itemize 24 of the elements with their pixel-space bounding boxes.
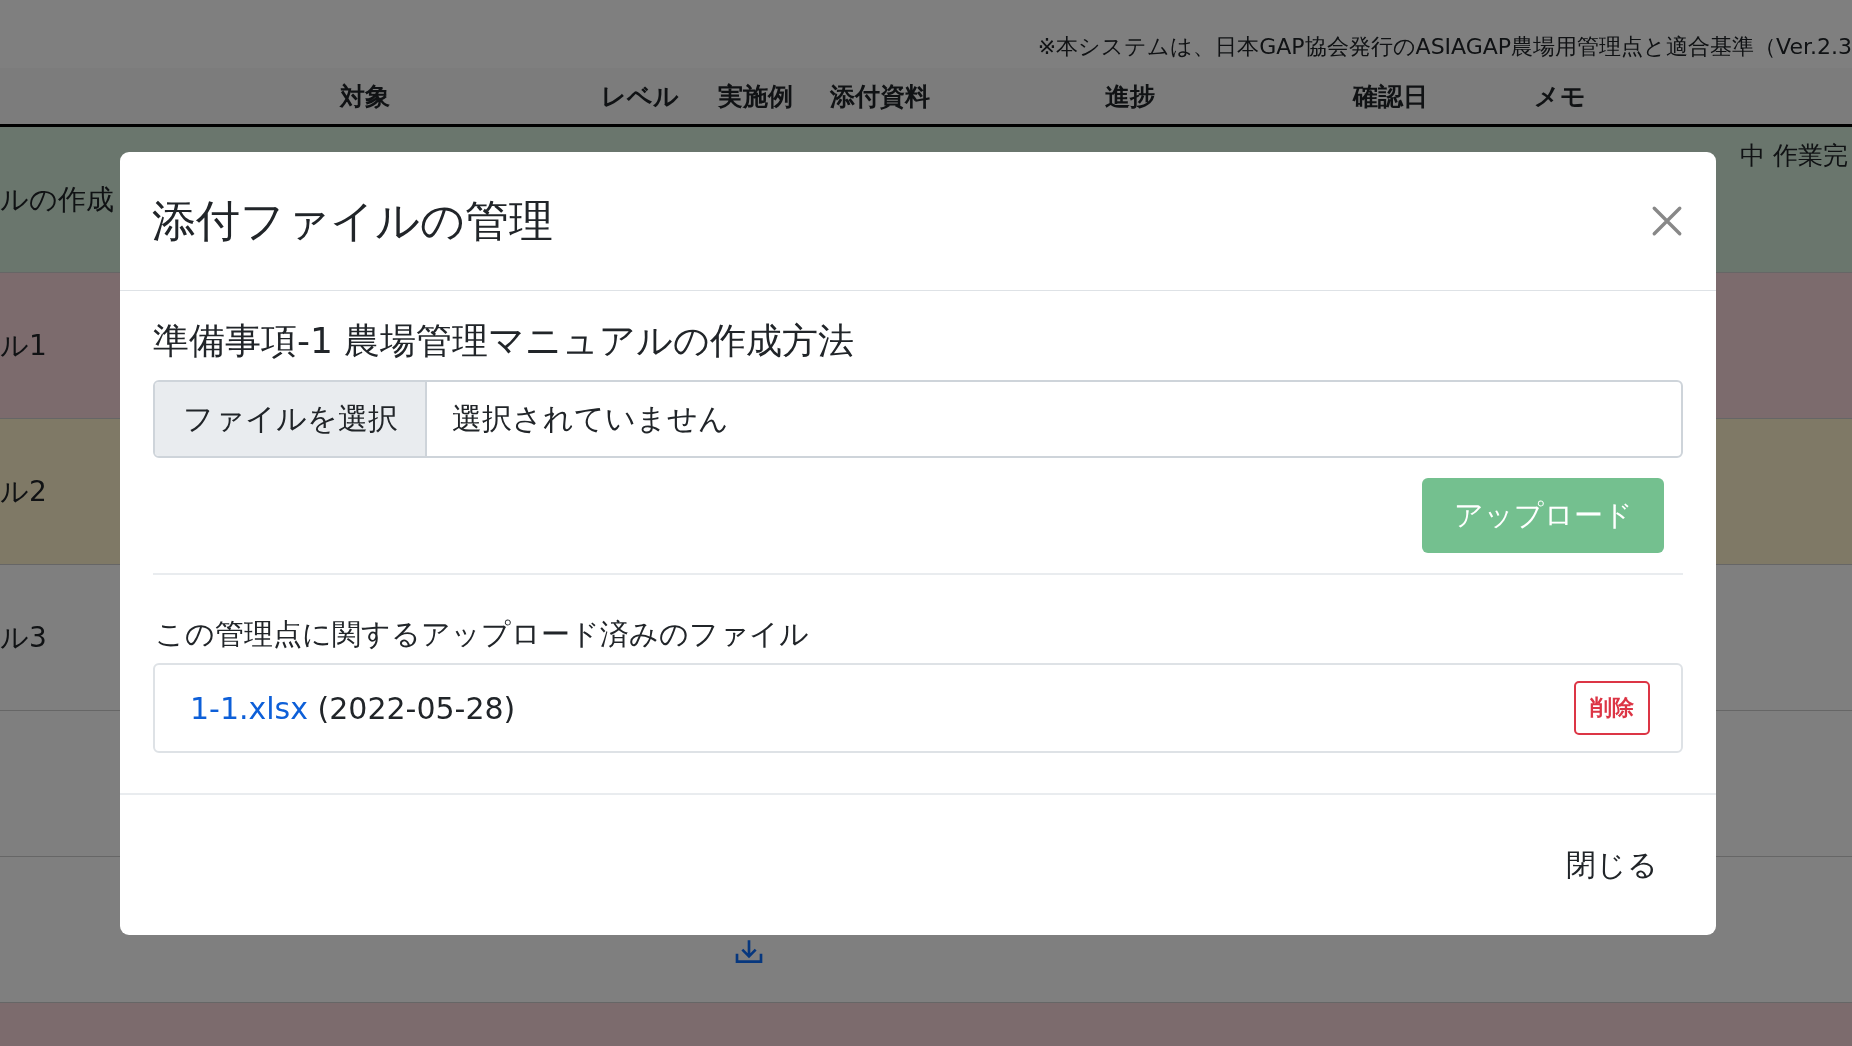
- files-label: この管理点に関するアップロード済みのファイル: [155, 616, 810, 653]
- file-date: (2022-05-28): [317, 690, 516, 726]
- notice-text: ※本システムは、日本GAP協会発行のASIAGAP農場用管理点と適合基準（Ver.2.3: [1037, 33, 1852, 61]
- file-link[interactable]: 1-1.xlsx: [190, 690, 308, 726]
- close-icon[interactable]: [1650, 204, 1684, 238]
- column-header: 対象: [338, 80, 391, 113]
- choose-file-button[interactable]: ファイルを選択: [155, 382, 427, 456]
- section-heading: 準備事項-1 農場管理マニュアルの作成方法: [153, 319, 856, 363]
- table-cell-text: ル2: [0, 473, 47, 510]
- table-cell-text: ル3: [0, 619, 47, 656]
- file-status-text: 選択されていません: [451, 399, 729, 438]
- modal-title: 添付ファイルの管理: [152, 193, 553, 248]
- delete-button[interactable]: 削除: [1574, 681, 1650, 735]
- file-input-field[interactable]: ファイルを選択 選択されていません: [153, 380, 1683, 458]
- close-button[interactable]: 閉じる: [1560, 843, 1664, 887]
- memo-cell-text: 中 作業完: [1740, 140, 1848, 172]
- column-header: メモ: [1533, 80, 1587, 113]
- column-header: 実施例: [716, 80, 794, 113]
- column-header: 進捗: [1104, 80, 1156, 113]
- column-header: レベル: [600, 80, 680, 113]
- column-header: 添付資料: [829, 80, 931, 113]
- table-cell-text: ルの作成: [0, 181, 114, 218]
- column-header: 確認日: [1351, 80, 1429, 113]
- table-cell-text: ル1: [0, 327, 47, 364]
